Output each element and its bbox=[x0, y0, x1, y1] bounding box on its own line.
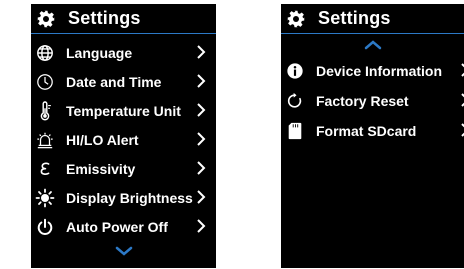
menu-item-factory-reset[interactable]: Factory Reset bbox=[281, 86, 464, 116]
menu-item-label: Temperature Unit bbox=[66, 102, 181, 119]
thermometer-icon bbox=[35, 100, 55, 121]
settings-header: Settings bbox=[31, 4, 216, 34]
gear-icon bbox=[37, 10, 55, 27]
globe-icon bbox=[35, 43, 55, 63]
brightness-icon bbox=[35, 188, 55, 208]
menu-item-label: Device Information bbox=[316, 63, 443, 79]
sdcard-icon bbox=[285, 121, 305, 141]
menu-item-label: Date and Time bbox=[66, 73, 162, 90]
menu-item-label: Auto Power Off bbox=[66, 218, 168, 235]
chevron-right-icon bbox=[461, 123, 464, 137]
settings-header: Settings bbox=[281, 4, 464, 34]
info-icon bbox=[285, 61, 305, 81]
settings-screen-page-2: Settings Device Information Factory Rese… bbox=[281, 4, 464, 268]
menu-item-auto-power-off[interactable]: Auto Power Off bbox=[31, 212, 216, 241]
settings-menu-list: Device Information Factory Reset Format … bbox=[281, 56, 464, 146]
chevron-right-icon bbox=[197, 161, 206, 175]
reset-icon bbox=[285, 91, 305, 111]
menu-item-label: Format SDcard bbox=[316, 123, 417, 139]
menu-item-device-information[interactable]: Device Information bbox=[281, 56, 464, 86]
settings-menu-list: Language Date and Time Temperature Unit … bbox=[31, 34, 216, 241]
menu-item-display-brightness[interactable]: Display Brightness bbox=[31, 183, 216, 212]
alarm-icon bbox=[35, 130, 55, 150]
menu-item-emissivity[interactable]: Emissivity bbox=[31, 154, 216, 183]
scroll-up-button[interactable] bbox=[281, 34, 464, 56]
epsilon-icon bbox=[35, 159, 55, 179]
menu-item-label: Display Brightness bbox=[66, 189, 193, 206]
menu-item-date-time[interactable]: Date and Time bbox=[31, 67, 216, 96]
chevron-right-icon bbox=[197, 45, 206, 59]
chevron-right-icon bbox=[197, 103, 206, 117]
chevron-right-icon bbox=[197, 74, 206, 88]
menu-item-language[interactable]: Language bbox=[31, 38, 216, 67]
menu-item-label: HI/LO Alert bbox=[66, 131, 139, 148]
chevron-down-icon bbox=[115, 246, 132, 256]
clock-icon bbox=[35, 72, 55, 92]
page-title: Settings bbox=[318, 8, 391, 28]
settings-screen-page-1: Settings Language Date and Time Temperat… bbox=[31, 4, 216, 268]
chevron-right-icon bbox=[197, 219, 206, 233]
chevron-right-icon bbox=[461, 63, 464, 77]
menu-item-label: Emissivity bbox=[66, 160, 136, 177]
chevron-right-icon bbox=[197, 190, 206, 204]
menu-item-format-sdcard[interactable]: Format SDcard bbox=[281, 116, 464, 146]
chevron-right-icon bbox=[197, 132, 206, 146]
menu-item-label: Language bbox=[66, 44, 133, 61]
chevron-up-icon bbox=[364, 40, 381, 50]
menu-item-hi-lo-alert[interactable]: HI/LO Alert bbox=[31, 125, 216, 154]
scroll-down-button[interactable] bbox=[31, 241, 216, 261]
menu-item-temperature-unit[interactable]: Temperature Unit bbox=[31, 96, 216, 125]
chevron-right-icon bbox=[461, 93, 464, 107]
gear-icon bbox=[287, 10, 305, 27]
page-title: Settings bbox=[68, 8, 141, 28]
menu-item-label: Factory Reset bbox=[316, 93, 409, 109]
power-icon bbox=[35, 217, 55, 237]
